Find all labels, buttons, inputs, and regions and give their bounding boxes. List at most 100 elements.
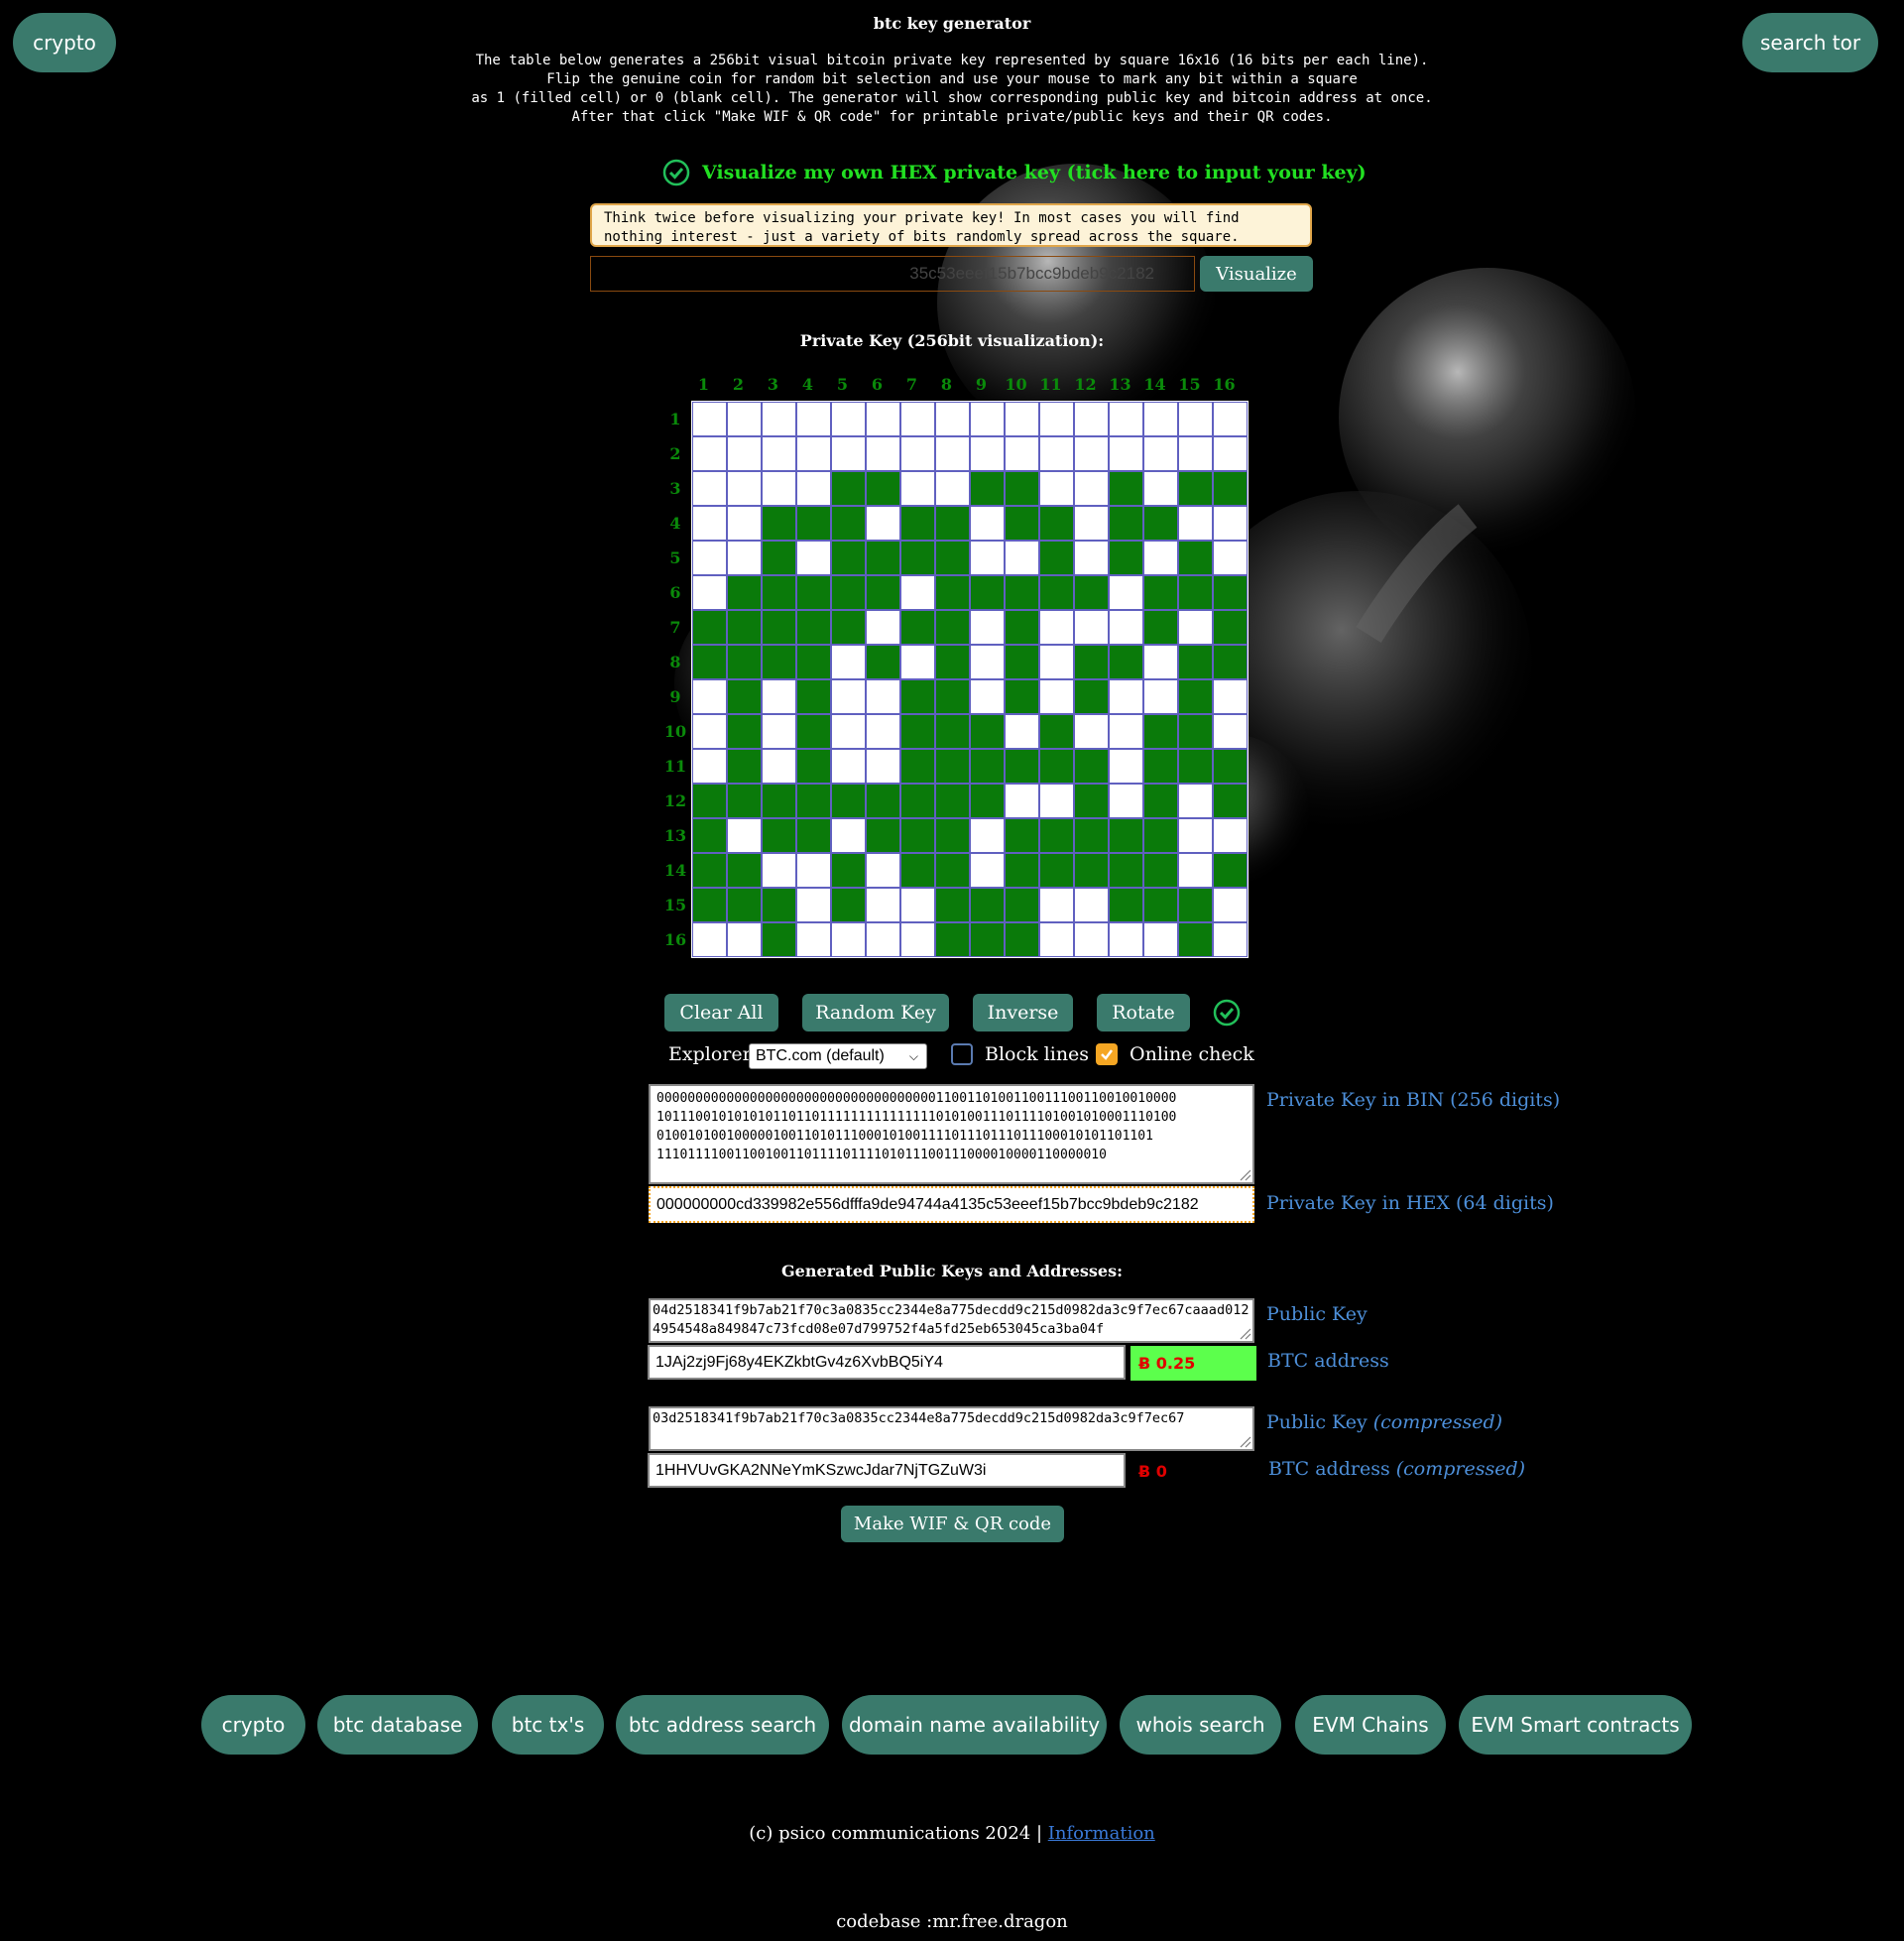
grid-cell[interactable] bbox=[970, 853, 1005, 888]
grid-cell[interactable] bbox=[796, 645, 831, 679]
grid-cell[interactable] bbox=[727, 784, 762, 818]
grid-cell[interactable] bbox=[1143, 645, 1178, 679]
grid-cell[interactable] bbox=[831, 436, 866, 471]
grid-cell[interactable] bbox=[935, 610, 970, 645]
grid-cell[interactable] bbox=[970, 541, 1005, 575]
grid-cell[interactable] bbox=[1109, 610, 1143, 645]
grid-cell[interactable] bbox=[831, 714, 866, 749]
grid-cell[interactable] bbox=[1178, 575, 1213, 610]
grid-cell[interactable] bbox=[866, 645, 900, 679]
grid-cell[interactable] bbox=[1143, 853, 1178, 888]
private-key-hex-field[interactable]: 000000000cd339982e556dfffa9de94744a4135c… bbox=[649, 1186, 1254, 1223]
grid-cell[interactable] bbox=[762, 853, 796, 888]
grid-cell[interactable] bbox=[1109, 714, 1143, 749]
grid-cell[interactable] bbox=[762, 541, 796, 575]
grid-cell[interactable] bbox=[1178, 610, 1213, 645]
grid-cell[interactable] bbox=[935, 645, 970, 679]
grid-cell[interactable] bbox=[900, 749, 935, 784]
grid-cell[interactable] bbox=[796, 922, 831, 957]
grid-cell[interactable] bbox=[727, 853, 762, 888]
grid-cell[interactable] bbox=[935, 714, 970, 749]
resize-grip-icon[interactable] bbox=[1238, 1434, 1251, 1448]
grid-cell[interactable] bbox=[727, 575, 762, 610]
grid-cell[interactable] bbox=[900, 888, 935, 922]
grid-cell[interactable] bbox=[970, 784, 1005, 818]
grid-cell[interactable] bbox=[1005, 784, 1039, 818]
grid-cell[interactable] bbox=[970, 471, 1005, 506]
grid-cell[interactable] bbox=[1143, 749, 1178, 784]
visualize-own-key-toggle[interactable]: Visualize my own HEX private key (tick h… bbox=[662, 159, 1367, 186]
grid-cell[interactable] bbox=[1109, 922, 1143, 957]
grid-cell[interactable] bbox=[1178, 645, 1213, 679]
grid-cell[interactable] bbox=[1109, 541, 1143, 575]
grid-cell[interactable] bbox=[1039, 714, 1074, 749]
grid-cell[interactable] bbox=[1005, 749, 1039, 784]
grid-cell[interactable] bbox=[727, 402, 762, 436]
grid-cell[interactable] bbox=[692, 784, 727, 818]
grid-cell[interactable] bbox=[935, 506, 970, 541]
grid-cell[interactable] bbox=[1109, 575, 1143, 610]
grid-cell[interactable] bbox=[796, 436, 831, 471]
grid-cell[interactable] bbox=[1039, 471, 1074, 506]
grid-cell[interactable] bbox=[727, 818, 762, 853]
grid-cell[interactable] bbox=[900, 645, 935, 679]
grid-cell[interactable] bbox=[1143, 922, 1178, 957]
grid-cell[interactable] bbox=[762, 436, 796, 471]
private-key-bin-textarea[interactable]: 0000000000000000000000000000000000001100… bbox=[649, 1084, 1254, 1184]
bottom-nav-button[interactable]: btc address search bbox=[616, 1695, 829, 1755]
grid-cell[interactable] bbox=[1178, 402, 1213, 436]
grid-cell[interactable] bbox=[1074, 922, 1109, 957]
grid-cell[interactable] bbox=[900, 506, 935, 541]
grid-cell[interactable] bbox=[1213, 749, 1248, 784]
grid-cell[interactable] bbox=[727, 541, 762, 575]
grid-cell[interactable] bbox=[900, 853, 935, 888]
grid-cell[interactable] bbox=[970, 436, 1005, 471]
grid-cell[interactable] bbox=[692, 645, 727, 679]
grid-cell[interactable] bbox=[1074, 679, 1109, 714]
grid-cell[interactable] bbox=[935, 853, 970, 888]
grid-cell[interactable] bbox=[796, 541, 831, 575]
grid-cell[interactable] bbox=[900, 610, 935, 645]
grid-cell[interactable] bbox=[762, 679, 796, 714]
grid-cell[interactable] bbox=[1005, 853, 1039, 888]
grid-cell[interactable] bbox=[796, 402, 831, 436]
hex-key-input[interactable] bbox=[590, 256, 1195, 292]
public-key-textarea[interactable]: 04d2518341f9b7ab21f70c3a0835cc2344e8a775… bbox=[649, 1298, 1254, 1343]
grid-cell[interactable] bbox=[1143, 714, 1178, 749]
grid-cell[interactable] bbox=[692, 818, 727, 853]
grid-cell[interactable] bbox=[970, 506, 1005, 541]
grid-cell[interactable] bbox=[866, 610, 900, 645]
grid-cell[interactable] bbox=[1039, 784, 1074, 818]
grid-cell[interactable] bbox=[1178, 506, 1213, 541]
grid-cell[interactable] bbox=[935, 784, 970, 818]
grid-cell[interactable] bbox=[970, 714, 1005, 749]
grid-cell[interactable] bbox=[1005, 679, 1039, 714]
grid-cell[interactable] bbox=[727, 888, 762, 922]
grid-cell[interactable] bbox=[692, 402, 727, 436]
grid-cell[interactable] bbox=[970, 818, 1005, 853]
grid-cell[interactable] bbox=[727, 645, 762, 679]
grid-cell[interactable] bbox=[1039, 541, 1074, 575]
grid-cell[interactable] bbox=[796, 714, 831, 749]
grid-cell[interactable] bbox=[866, 471, 900, 506]
grid-cell[interactable] bbox=[900, 818, 935, 853]
bottom-nav-button[interactable]: EVM Smart contracts bbox=[1459, 1695, 1692, 1755]
grid-cell[interactable] bbox=[1109, 784, 1143, 818]
resize-grip-icon[interactable] bbox=[1238, 1326, 1251, 1340]
grid-cell[interactable] bbox=[1074, 818, 1109, 853]
grid-cell[interactable] bbox=[970, 610, 1005, 645]
grid-cell[interactable] bbox=[935, 575, 970, 610]
grid-cell[interactable] bbox=[831, 888, 866, 922]
grid-cell[interactable] bbox=[970, 679, 1005, 714]
grid-cell[interactable] bbox=[1143, 818, 1178, 853]
grid-cell[interactable] bbox=[1039, 853, 1074, 888]
grid-cell[interactable] bbox=[1213, 853, 1248, 888]
grid-cell[interactable] bbox=[1109, 506, 1143, 541]
grid-cell[interactable] bbox=[866, 853, 900, 888]
grid-cell[interactable] bbox=[762, 645, 796, 679]
grid-cell[interactable] bbox=[1143, 471, 1178, 506]
grid-cell[interactable] bbox=[1074, 402, 1109, 436]
explorer-select[interactable]: BTC.com (default) ⌵ bbox=[749, 1043, 927, 1069]
grid-cell[interactable] bbox=[831, 645, 866, 679]
grid-cell[interactable] bbox=[831, 541, 866, 575]
